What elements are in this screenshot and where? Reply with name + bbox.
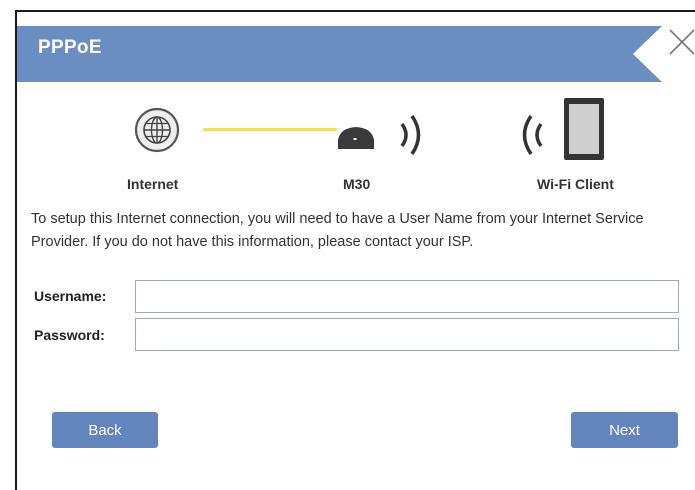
next-button[interactable]: Next [571,412,678,448]
wifi-signal-icon [400,115,421,155]
back-button[interactable]: Back [52,412,158,448]
client-label: Wi-Fi Client [537,176,614,192]
router-icon [338,127,374,149]
router-label: M30 [343,176,371,192]
dialog-title: PPPoE [38,37,102,58]
internet-label: Internet [127,176,179,192]
close-icon[interactable] [664,24,695,58]
password-label: Password: [34,327,105,343]
connection-line [203,128,337,131]
wifi-receive-icon [522,115,543,155]
setup-description: To setup this Internet connection, you w… [31,211,644,250]
globe-icon [134,107,180,153]
username-label: Username: [34,288,107,304]
password-input[interactable] [135,318,679,351]
title-banner [17,26,662,82]
username-input[interactable] [135,280,679,313]
tablet-icon [564,98,604,160]
